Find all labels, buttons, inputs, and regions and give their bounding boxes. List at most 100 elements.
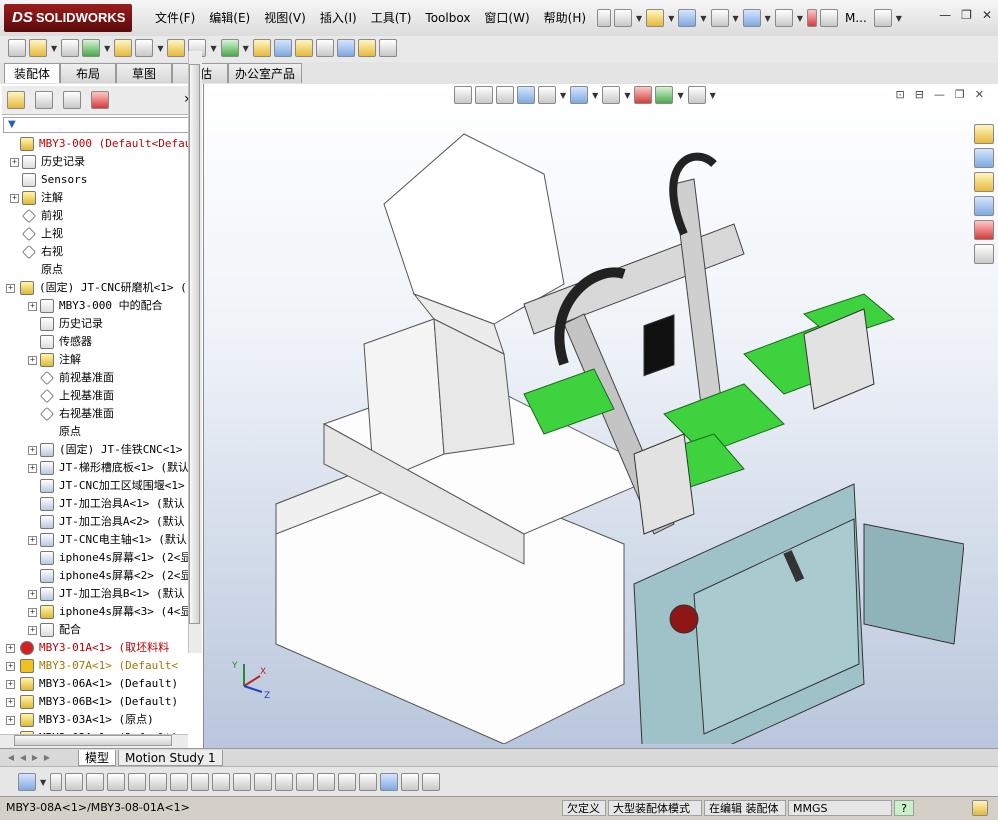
expand-toggle-icon[interactable]: + <box>28 302 37 311</box>
circle-icon[interactable] <box>65 773 84 791</box>
tree-scroll-thumb[interactable] <box>189 64 200 624</box>
mate-icon[interactable] <box>61 39 80 57</box>
chevron-down-icon[interactable]: ▼ <box>700 14 706 23</box>
instant3d-icon[interactable] <box>357 39 376 57</box>
viewport-minimize-icon[interactable]: — <box>934 88 945 101</box>
menu-help[interactable]: 帮助(H) <box>537 0 593 36</box>
edit-appearance-icon[interactable] <box>634 86 653 104</box>
expand-toggle-icon[interactable]: + <box>6 644 15 653</box>
pin-icon[interactable] <box>597 9 612 27</box>
undo-icon[interactable] <box>742 9 761 27</box>
center-point-icon[interactable] <box>128 773 147 791</box>
open-folder-icon[interactable] <box>646 9 665 27</box>
expand-toggle-icon[interactable]: + <box>28 464 37 473</box>
chevron-down-icon[interactable]: ▼ <box>210 44 216 53</box>
help-icon[interactable] <box>873 9 892 27</box>
appearances-scenes-icon[interactable] <box>974 220 994 240</box>
smart-dimension-icon[interactable] <box>191 773 210 791</box>
toolbar-more[interactable]: M... <box>845 11 867 25</box>
last-tab-icon[interactable]: ▶ <box>42 752 52 763</box>
apply-scene-icon[interactable] <box>655 86 674 104</box>
large-assembly-mode-icon[interactable] <box>378 39 397 57</box>
design-library-icon[interactable] <box>974 148 994 168</box>
new-document-icon[interactable] <box>614 9 633 27</box>
configuration-manager-tab-icon[interactable] <box>63 91 81 109</box>
viewport-restore-icon[interactable]: ❐ <box>955 88 965 101</box>
chevron-down-icon[interactable]: ▼ <box>797 14 803 23</box>
angle-icon[interactable] <box>338 773 357 791</box>
chevron-down-icon[interactable]: ▼ <box>896 14 902 23</box>
interference-detection-icon[interactable] <box>336 39 355 57</box>
exploded-view-icon[interactable] <box>294 39 313 57</box>
sketch-slot-icon[interactable] <box>296 773 315 791</box>
note-icon[interactable] <box>972 800 988 816</box>
dynamic-annotation-icon[interactable] <box>538 86 556 104</box>
menu-file[interactable]: 文件(F) <box>148 0 202 36</box>
chevron-down-icon[interactable]: ▼ <box>51 44 57 53</box>
edit-component-icon[interactable] <box>8 39 26 57</box>
offset-icon[interactable] <box>170 773 189 791</box>
construction-line-icon[interactable] <box>233 773 252 791</box>
tab-motion-study[interactable]: Motion Study 1 <box>118 750 223 766</box>
tree-hscroll-thumb[interactable] <box>14 735 172 746</box>
property-manager-tab-icon[interactable] <box>35 91 53 109</box>
chevron-down-icon[interactable]: ▼ <box>40 778 46 787</box>
display-manager-tab-icon[interactable] <box>91 91 109 109</box>
help-icon[interactable]: ? <box>894 800 914 816</box>
save-icon[interactable] <box>18 773 36 791</box>
chevron-down-icon[interactable]: ▼ <box>560 91 566 100</box>
view-settings-icon[interactable] <box>687 86 706 104</box>
new-motion-study-icon[interactable] <box>252 39 271 57</box>
chevron-down-icon[interactable]: ▼ <box>710 91 716 100</box>
rebuild-traffic-light-icon[interactable] <box>806 9 817 27</box>
prev-tab-icon[interactable]: ◀ <box>18 752 28 763</box>
expand-toggle-icon[interactable]: + <box>6 698 15 707</box>
filter-icon[interactable]: ▼ <box>8 119 16 130</box>
first-tab-icon[interactable]: ◀ <box>6 752 16 763</box>
file-properties-icon[interactable] <box>819 9 838 27</box>
expand-toggle-icon[interactable]: + <box>6 284 15 293</box>
chevron-down-icon[interactable]: ▼ <box>592 91 598 100</box>
chevron-down-icon[interactable]: ▼ <box>733 14 739 23</box>
table-icon[interactable] <box>422 773 441 791</box>
expand-toggle-icon[interactable]: + <box>28 608 37 617</box>
chevron-down-icon[interactable]: ▼ <box>157 44 163 53</box>
sketch-fillet-icon[interactable] <box>212 773 231 791</box>
reference-geometry-icon[interactable] <box>220 39 239 57</box>
expand-toggle-icon[interactable]: + <box>28 536 37 545</box>
custom-properties-icon[interactable] <box>974 244 994 264</box>
tangent-arc-icon[interactable] <box>149 773 168 791</box>
feature-manager-tab-icon[interactable] <box>7 91 25 109</box>
tab-assembly[interactable]: 装配体 <box>4 63 60 83</box>
graphics-viewport[interactable]: ▼ ▼ ▼ ▼ ▼ ⊡ ⊟ — ❐ ✕ Y X Z <box>204 84 998 748</box>
menu-insert[interactable]: 插入(I) <box>313 0 364 36</box>
move-component-icon[interactable] <box>135 39 154 57</box>
line-icon[interactable] <box>86 773 105 791</box>
menu-view[interactable]: 视图(V) <box>257 0 313 36</box>
view-orientation-icon[interactable] <box>570 86 589 104</box>
status-units[interactable]: MMGS <box>788 800 892 816</box>
view-palette-icon[interactable] <box>974 196 994 216</box>
viewport-close-icon[interactable]: ✕ <box>975 88 984 101</box>
close-icon[interactable]: ✕ <box>982 8 992 22</box>
tab-sketch[interactable]: 草图 <box>116 63 172 83</box>
expand-toggle-icon[interactable]: + <box>6 680 15 689</box>
menu-toolbox[interactable]: Toolbox <box>418 0 477 36</box>
previous-view-icon[interactable] <box>496 86 514 104</box>
save-icon[interactable] <box>678 9 697 27</box>
point-icon[interactable] <box>50 773 63 791</box>
insert-component-icon[interactable] <box>29 39 47 57</box>
tab-layout[interactable]: 布局 <box>60 63 116 83</box>
cnc-assembly-model[interactable] <box>264 124 964 744</box>
camera-icon[interactable] <box>401 773 420 791</box>
expand-toggle-icon[interactable]: + <box>6 716 15 725</box>
chevron-down-icon[interactable]: ▼ <box>765 14 771 23</box>
menu-edit[interactable]: 编辑(E) <box>202 0 257 36</box>
print-icon[interactable] <box>710 9 729 27</box>
filter-field[interactable]: ▼ <box>3 117 199 133</box>
dotted-rectangle-icon[interactable] <box>275 773 294 791</box>
chevron-down-icon[interactable]: ▼ <box>677 91 683 100</box>
section-view-icon[interactable] <box>517 86 535 104</box>
shaded-view-icon[interactable] <box>380 773 399 791</box>
expand-toggle-icon[interactable]: + <box>28 446 37 455</box>
